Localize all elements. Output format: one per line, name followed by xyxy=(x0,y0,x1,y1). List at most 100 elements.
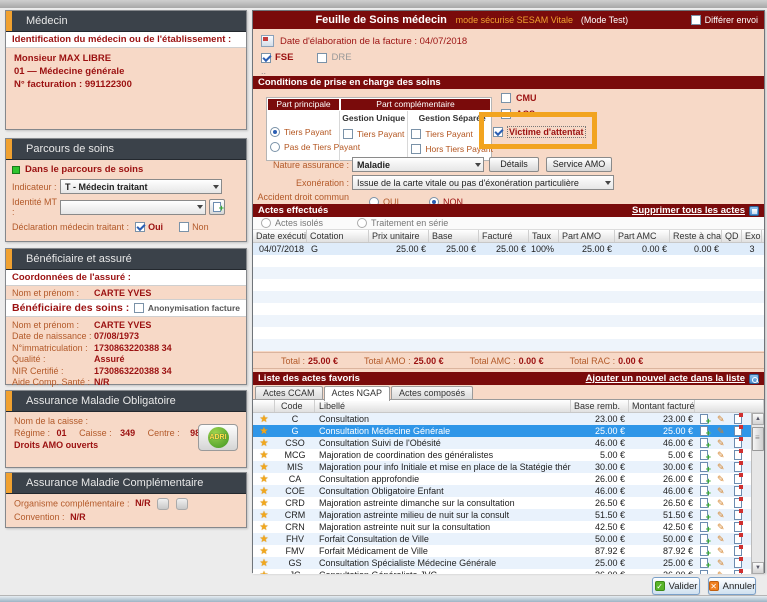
fav-acte-row[interactable]: MCG Majoration de coordination des génér… xyxy=(253,449,751,461)
add-acte-icon[interactable] xyxy=(700,510,708,520)
traitement-serie-radio[interactable] xyxy=(357,218,367,228)
edit-acte-icon[interactable] xyxy=(717,510,725,520)
edit-acte-icon[interactable] xyxy=(717,438,725,448)
scroll-down-icon[interactable]: ▼ xyxy=(752,562,764,574)
fav-acte-row[interactable]: JC Consultation Généraliste JVC 26.00 € … xyxy=(253,569,751,574)
tab-actes-ngap[interactable]: Actes NGAP xyxy=(324,386,391,401)
tab-actes-ccam[interactable]: Actes CCAM xyxy=(255,386,323,399)
gs-tiers-payant-checkbox[interactable] xyxy=(411,129,421,139)
edit-acte-icon[interactable] xyxy=(717,498,725,508)
supprimer-tous-actes-link[interactable]: Supprimer tous les actes xyxy=(632,204,759,217)
indicateur-select[interactable]: T - Médecin traitant xyxy=(60,179,222,194)
fav-acte-row[interactable]: FHV Forfait Consultation de Ville 50.00 … xyxy=(253,533,751,545)
add-acte-icon[interactable] xyxy=(700,462,708,472)
scrollbar-thumb[interactable] xyxy=(752,427,764,451)
remove-acte-icon[interactable] xyxy=(734,438,742,448)
add-acte-icon[interactable] xyxy=(700,558,708,568)
add-acte-icon[interactable] xyxy=(700,414,708,424)
add-acte-icon[interactable] xyxy=(700,534,708,544)
remove-acte-icon[interactable] xyxy=(734,414,742,424)
gs-hors-tiers-payant-checkbox[interactable] xyxy=(411,144,421,154)
favorite-star-icon[interactable] xyxy=(260,522,269,533)
remove-acte-icon[interactable] xyxy=(734,558,742,568)
edit-acte-icon[interactable] xyxy=(717,534,725,544)
add-acte-icon[interactable] xyxy=(700,570,708,574)
differer-envoi-checkbox[interactable] xyxy=(691,15,701,25)
remove-acte-icon[interactable] xyxy=(734,474,742,484)
actes-isoles-radio[interactable] xyxy=(261,218,271,228)
victime-attentat-checkbox[interactable] xyxy=(493,127,503,137)
favorite-star-icon[interactable] xyxy=(260,474,269,485)
fav-acte-row[interactable]: CSO Consultation Suivi de l'Obésité 46.0… xyxy=(253,437,751,449)
add-acte-icon[interactable] xyxy=(700,474,708,484)
adri-button[interactable]: ADRI xyxy=(198,424,238,451)
edit-acte-icon[interactable] xyxy=(717,570,725,574)
fav-acte-row[interactable]: C Consultation 23.00 € 23.00 € xyxy=(253,413,751,425)
add-acte-icon[interactable] xyxy=(700,438,708,448)
favorite-star-icon[interactable] xyxy=(260,414,269,425)
tiers-payant-radio[interactable] xyxy=(270,127,280,137)
remove-acte-icon[interactable] xyxy=(734,486,742,496)
fse-checkbox[interactable] xyxy=(261,53,271,63)
fav-acte-row[interactable]: MIS Majoration pour info Initiale et mis… xyxy=(253,461,751,473)
fav-acte-row[interactable]: GS Consultation Spécialiste Médecine Gén… xyxy=(253,557,751,569)
fav-acte-row[interactable]: CRD Majoration astreinte dimanche sur la… xyxy=(253,497,751,509)
fav-acte-row[interactable]: COE Consultation Obligatoire Enfant 46.0… xyxy=(253,485,751,497)
fav-acte-row[interactable]: CRN Majoration astreinte nuit sur la con… xyxy=(253,521,751,533)
declaration-oui-checkbox[interactable] xyxy=(135,222,145,232)
favorite-star-icon[interactable] xyxy=(260,558,269,569)
favorite-star-icon[interactable] xyxy=(260,450,269,461)
edit-acte-icon[interactable] xyxy=(717,486,725,496)
tab-actes-composes[interactable]: Actes composés xyxy=(391,386,473,399)
fav-acte-row[interactable]: CRM Majoration astreinte milieu de nuit … xyxy=(253,509,751,521)
date-icon[interactable] xyxy=(261,35,274,47)
service-amo-button[interactable]: Service AMO xyxy=(546,157,612,172)
remove-acte-icon[interactable] xyxy=(734,510,742,520)
remove-acte-icon[interactable] xyxy=(734,450,742,460)
organisme-search-button[interactable] xyxy=(157,498,169,510)
add-acte-icon[interactable] xyxy=(700,450,708,460)
anonymisation-checkbox[interactable] xyxy=(134,303,144,313)
add-acte-icon[interactable] xyxy=(700,546,708,556)
details-button[interactable]: Détails xyxy=(489,157,539,172)
edit-acte-icon[interactable] xyxy=(717,414,725,424)
scroll-up-icon[interactable]: ▲ xyxy=(752,413,764,425)
edit-acte-icon[interactable] xyxy=(717,522,725,532)
edit-acte-icon[interactable] xyxy=(717,558,725,568)
add-acte-icon[interactable] xyxy=(700,426,708,436)
acs-checkbox[interactable] xyxy=(501,109,511,119)
remove-acte-icon[interactable] xyxy=(734,534,742,544)
favorite-star-icon[interactable] xyxy=(260,534,269,545)
cmu-checkbox[interactable] xyxy=(501,93,511,103)
exoneration-select[interactable]: Issue de la carte vitale ou pas d'éxonér… xyxy=(352,175,614,190)
add-acte-icon[interactable] xyxy=(700,498,708,508)
identite-mt-select[interactable] xyxy=(60,200,206,215)
add-acte-icon[interactable] xyxy=(700,522,708,532)
edit-acte-icon[interactable] xyxy=(717,474,725,484)
remove-acte-icon[interactable] xyxy=(734,462,742,472)
add-medecin-traitant-button[interactable] xyxy=(209,199,225,215)
edit-acte-icon[interactable] xyxy=(717,450,725,460)
edit-acte-icon[interactable] xyxy=(717,426,725,436)
annuler-button[interactable]: Annuler xyxy=(708,577,756,595)
dre-checkbox[interactable] xyxy=(317,53,327,63)
favorite-star-icon[interactable] xyxy=(260,546,269,557)
add-acte-icon[interactable] xyxy=(700,486,708,496)
favorite-star-icon[interactable] xyxy=(260,438,269,449)
favorite-star-icon[interactable] xyxy=(260,570,269,575)
fav-acte-row[interactable]: FMV Forfait Médicament de Ville 87.92 € … xyxy=(253,545,751,557)
remove-acte-icon[interactable] xyxy=(734,426,742,436)
ajouter-acte-link[interactable]: Ajouter un nouvel acte dans la liste xyxy=(586,372,759,385)
remove-acte-icon[interactable] xyxy=(734,522,742,532)
favorite-star-icon[interactable] xyxy=(260,426,269,437)
remove-acte-icon[interactable] xyxy=(734,570,742,574)
remove-acte-icon[interactable] xyxy=(734,498,742,508)
acte-effectue-row[interactable]: 04/07/2018 G 25.00 € 25.00 € 25.00 € 100… xyxy=(253,243,764,255)
gu-tiers-payant-checkbox[interactable] xyxy=(343,129,353,139)
declaration-non-checkbox[interactable] xyxy=(179,222,189,232)
favorite-star-icon[interactable] xyxy=(260,510,269,521)
favoris-scrollbar[interactable]: ▲ ▼ xyxy=(751,413,764,574)
favorite-star-icon[interactable] xyxy=(260,498,269,509)
edit-acte-icon[interactable] xyxy=(717,546,725,556)
nature-assurance-select[interactable]: Maladie xyxy=(352,157,484,172)
